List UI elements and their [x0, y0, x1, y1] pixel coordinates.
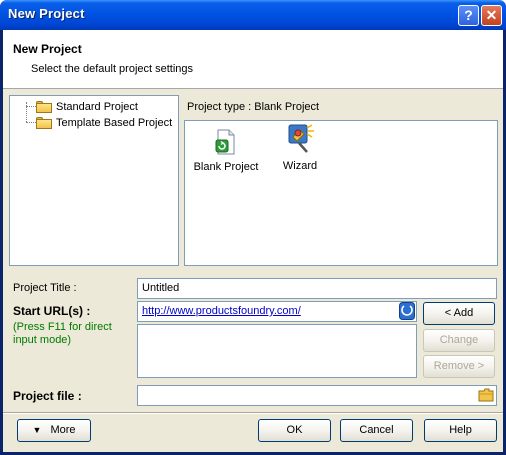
ok-button[interactable]: OK — [258, 419, 331, 442]
tree-connector — [26, 122, 36, 123]
change-button[interactable]: Change — [423, 329, 495, 352]
project-type-list[interactable]: Blank Project Wizard — [184, 120, 498, 266]
tree-connector — [26, 106, 36, 107]
double-chevron-down-icon: ▼ — [32, 425, 42, 435]
project-type-label: Project type : Blank Project — [187, 101, 320, 113]
project-type-label-wizard: Wizard — [282, 160, 318, 172]
project-tree[interactable]: Standard Project Template Based Project — [9, 95, 179, 266]
tree-connector — [26, 102, 27, 122]
folder-icon — [36, 117, 52, 129]
more-button-label: More — [50, 424, 76, 436]
blank-project-icon — [215, 129, 235, 155]
project-file-field[interactable] — [137, 385, 497, 406]
title-bar[interactable]: New Project ? ✕ — [0, 0, 506, 30]
window-title: New Project — [8, 6, 85, 21]
add-button[interactable]: < Add — [423, 302, 495, 325]
start-url-value[interactable]: http://www.productsfoundry.com/ — [142, 305, 301, 317]
project-title-input[interactable] — [142, 282, 492, 294]
tree-item-label: Template Based Project — [56, 117, 173, 129]
project-type-label-blank: Blank Project — [193, 161, 259, 173]
start-url-field[interactable]: http://www.productsfoundry.com/ — [137, 301, 417, 322]
more-button[interactable]: ▼ More — [17, 419, 91, 442]
project-title-field[interactable] — [137, 278, 497, 299]
help-icon[interactable]: ? — [458, 5, 479, 26]
folder-icon — [36, 101, 52, 113]
dialog-header: New Project Select the default project s… — [3, 30, 503, 89]
start-url-label: Start URL(s) : — [13, 304, 91, 318]
url-browse-icon[interactable] — [399, 302, 415, 320]
project-type-wizard[interactable]: Wizard — [265, 122, 335, 172]
help-button[interactable]: Help — [424, 419, 497, 442]
tree-item-label: Standard Project — [56, 101, 138, 113]
folder-browse-icon[interactable] — [478, 387, 494, 403]
remove-button[interactable]: Remove > — [423, 355, 495, 378]
project-file-input[interactable] — [142, 389, 492, 401]
header-subtitle: Select the default project settings — [31, 63, 194, 75]
dialog-body: New Project Select the default project s… — [3, 30, 503, 452]
project-file-label: Project file : — [13, 389, 82, 403]
new-project-dialog: New Project ? ✕ New Project Select the d… — [0, 0, 506, 455]
cancel-button[interactable]: Cancel — [340, 419, 413, 442]
start-url-hint: (Press F11 for direct input mode) — [13, 321, 112, 346]
tree-item-template-based-project[interactable]: Template Based Project — [36, 115, 172, 131]
start-url-list[interactable] — [137, 324, 417, 378]
separator — [3, 412, 503, 414]
close-icon[interactable]: ✕ — [481, 5, 502, 26]
project-type-blank[interactable]: Blank Project — [191, 129, 261, 173]
header-title: New Project — [13, 42, 82, 56]
tree-item-standard-project[interactable]: Standard Project — [36, 99, 138, 115]
wizard-icon — [288, 124, 314, 153]
project-title-label: Project Title : — [13, 282, 77, 294]
